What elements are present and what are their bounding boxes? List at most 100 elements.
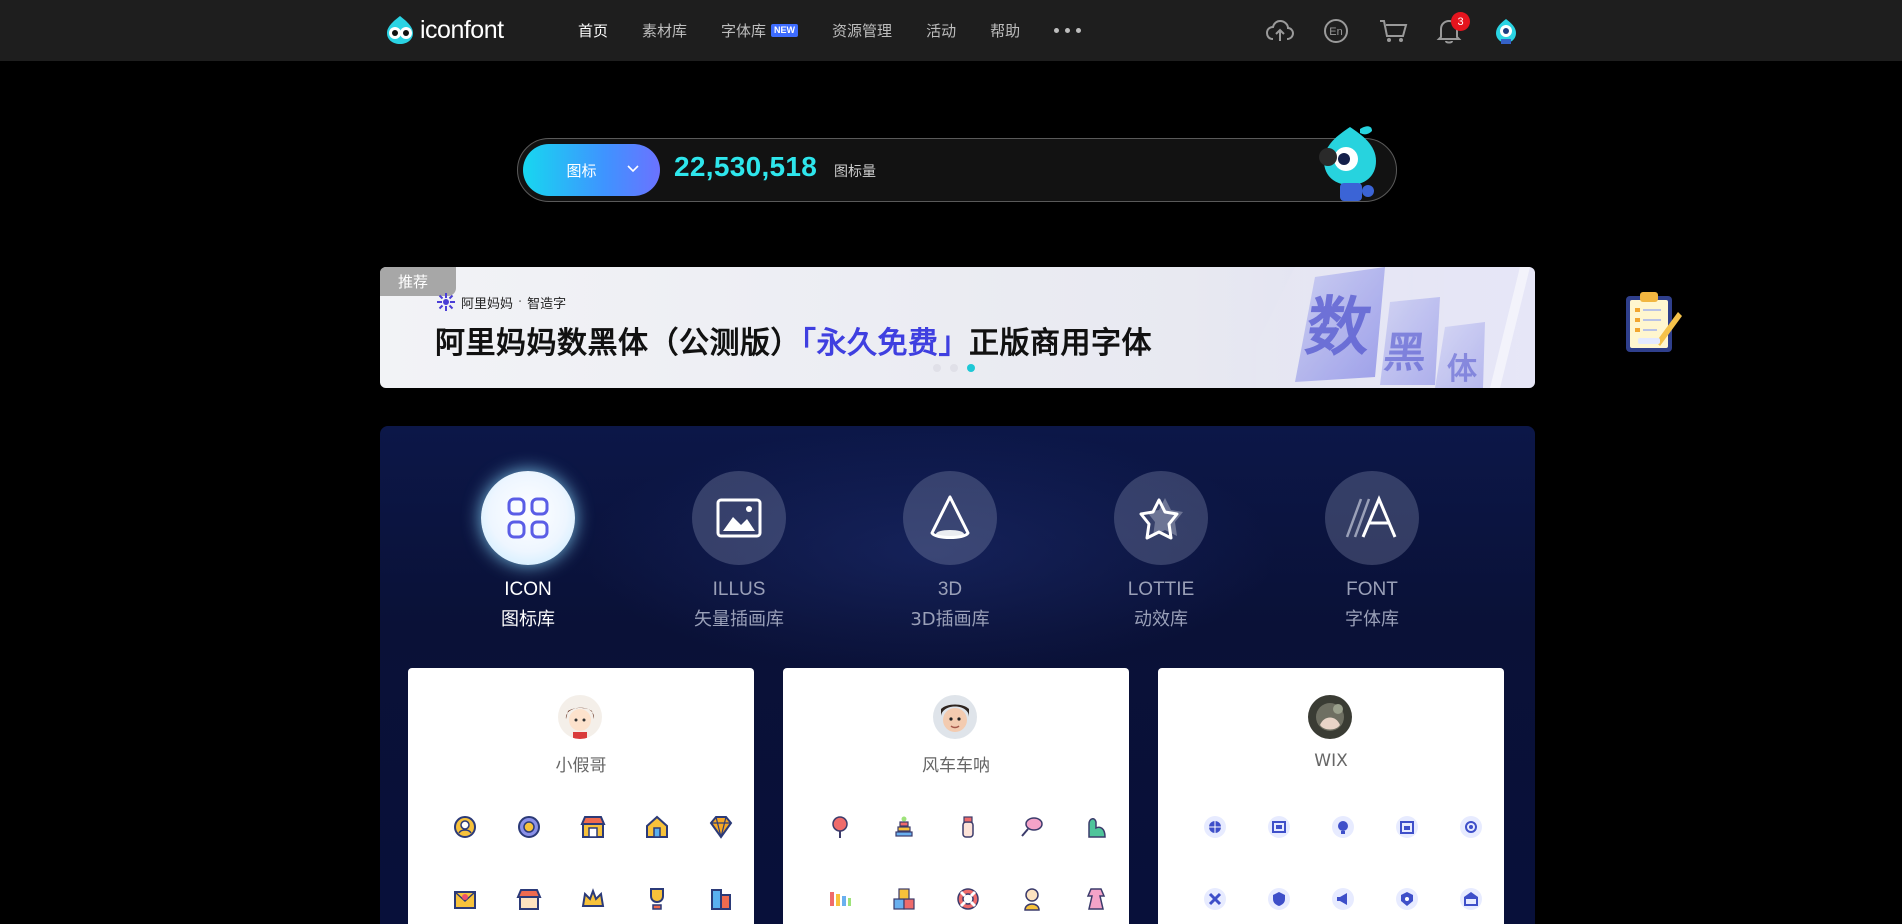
target-icon[interactable]: [1458, 814, 1484, 840]
nav-materials-label: 素材库: [642, 22, 688, 40]
iconfont-logo[interactable]: iconfont: [383, 14, 504, 46]
bulb-icon[interactable]: [1330, 814, 1356, 840]
rattle-icon[interactable]: [1019, 814, 1045, 840]
puzzle-icon[interactable]: [1202, 886, 1228, 912]
icon-set-card[interactable]: 风车车呐: [783, 668, 1129, 924]
category-circle: [903, 471, 997, 565]
category-cn-label: 动效库: [1134, 609, 1188, 630]
banner-brand-sub: 智造字: [527, 296, 567, 312]
category-cn-label: 字体库: [1345, 609, 1399, 630]
motion-star-icon: [1139, 498, 1183, 540]
megaphone-icon[interactable]: [1330, 886, 1356, 912]
nav-help[interactable]: 帮助: [990, 20, 1020, 41]
category-illus-lib[interactable]: ILLUS 矢量插画库: [659, 471, 819, 631]
shield-icon[interactable]: [1266, 886, 1292, 912]
trophy-icon[interactable]: [644, 886, 670, 912]
category-3d-lib[interactable]: 3D 3D插画库: [870, 471, 1030, 631]
author-avatar: [558, 695, 602, 739]
nav-resources-label: 资源管理: [832, 22, 893, 40]
banner-brand: 阿里妈妈 · 智造字: [436, 292, 566, 312]
dinosaur-icon[interactable]: [1083, 814, 1109, 840]
svg-text:数: 数: [1301, 290, 1376, 365]
carousel-dot[interactable]: [933, 364, 941, 372]
notification-count-badge: 3: [1451, 12, 1470, 31]
toy-blocks-icon[interactable]: [891, 886, 917, 912]
cart-icon[interactable]: [1377, 15, 1409, 47]
svg-text:黑: 黑: [1381, 328, 1428, 377]
author-avatar: [933, 695, 977, 739]
logo-text: iconfont: [420, 15, 504, 44]
carousel-dot[interactable]: [950, 364, 958, 372]
author-name: 小假哥: [555, 756, 607, 776]
lollipop-icon[interactable]: [827, 814, 853, 840]
alimama-logo-icon: [437, 293, 455, 311]
category-cn-label: 矢量插画库: [694, 609, 784, 630]
image-icon: [716, 498, 762, 538]
banner-title-tail: 正版商用字体: [969, 326, 1152, 361]
building-icon[interactable]: [708, 886, 734, 912]
banner-title-main: 阿里妈妈数黑体（公测版）: [435, 326, 801, 361]
category-circle: [692, 471, 786, 565]
author-name: WIX: [1314, 751, 1348, 771]
xylophone-icon[interactable]: [827, 886, 853, 912]
category-en-label: 3D: [937, 579, 963, 600]
new-badge: NEW: [771, 24, 799, 37]
category-panel: ICON 图标库 ILLUS 矢量插画库 3D 3D插画库 LOTTIE 动效库…: [380, 426, 1535, 924]
svg-text:En: En: [1329, 26, 1342, 38]
user-avatar-icon[interactable]: [1490, 15, 1522, 47]
search-type-label: 图标: [566, 161, 597, 180]
promo-banner[interactable]: 推荐 阿里妈妈 · 智造字 阿里妈妈数黑体（公测版）「永久免费」正版商用字体 数…: [380, 267, 1535, 388]
baby-icon[interactable]: [1019, 886, 1045, 912]
globe-icon[interactable]: [516, 814, 542, 840]
mascot-icon: [1319, 126, 1376, 201]
main-nav: 首页 素材库 字体库 NEW 资源管理 活动 帮助: [578, 0, 1115, 61]
category-lottie-lib[interactable]: LOTTIE 动效库: [1081, 471, 1241, 631]
crown-icon[interactable]: [580, 886, 606, 912]
font-a-icon: [1345, 495, 1397, 538]
search-type-dropdown[interactable]: 图标: [523, 144, 660, 196]
top-navbar: iconfont 首页 素材库 字体库 NEW 资源管理 活动 帮助 En 3: [0, 0, 1902, 61]
search-bar[interactable]: 图标 22,530,518 图标量: [517, 126, 1397, 202]
mail-heart-icon[interactable]: [452, 886, 478, 912]
carousel-dot-active[interactable]: [967, 364, 975, 372]
nav-materials[interactable]: 素材库: [642, 20, 687, 41]
home-icon[interactable]: [644, 814, 670, 840]
category-cn-label: 3D插画库: [910, 609, 990, 630]
category-circle: [481, 471, 575, 565]
swim-ring-icon[interactable]: [955, 886, 981, 912]
category-font-lib[interactable]: FONT 字体库: [1292, 471, 1452, 631]
language-en-icon[interactable]: En: [1320, 15, 1352, 47]
basketball-icon[interactable]: [1202, 814, 1228, 840]
banner-brand-sep: ·: [518, 294, 523, 310]
nav-activities[interactable]: 活动: [926, 20, 956, 41]
logo-mark-icon: [387, 16, 413, 44]
search-user-icon[interactable]: [452, 814, 478, 840]
nav-resources[interactable]: 资源管理: [832, 20, 892, 41]
bank-icon[interactable]: [1458, 886, 1484, 912]
baby-dress-icon[interactable]: [1083, 886, 1109, 912]
calendar-icon[interactable]: [1394, 814, 1420, 840]
stacking-rings-icon[interactable]: [891, 814, 917, 840]
grid-icon: [507, 497, 549, 539]
upload-cloud-icon[interactable]: [1264, 15, 1296, 47]
chevron-down-icon: [627, 165, 639, 173]
feedback-clipboard-icon[interactable]: [1620, 288, 1684, 356]
author-avatar: [1308, 695, 1352, 739]
store-icon[interactable]: [516, 886, 542, 912]
nav-activities-label: 活动: [926, 22, 957, 40]
badge-icon[interactable]: [1394, 886, 1420, 912]
nav-fonts[interactable]: 字体库 NEW: [721, 20, 799, 41]
category-en-label: ILLUS: [712, 579, 766, 600]
icon-count: 22,530,518: [674, 151, 818, 182]
category-icon-lib[interactable]: ICON 图标库: [448, 471, 608, 631]
bell-icon[interactable]: 3: [1433, 12, 1470, 47]
icon-set-card[interactable]: WIX: [1158, 668, 1504, 924]
nav-home[interactable]: 首页: [578, 20, 608, 41]
more-menu-icon[interactable]: [1054, 28, 1082, 33]
diamond-icon[interactable]: [708, 814, 734, 840]
image-frame-icon[interactable]: [1266, 814, 1292, 840]
shop-icon[interactable]: [580, 814, 606, 840]
baby-bottle-icon[interactable]: [955, 814, 981, 840]
icon-set-card[interactable]: 小假哥: [408, 668, 754, 924]
category-circle: [1114, 471, 1208, 565]
